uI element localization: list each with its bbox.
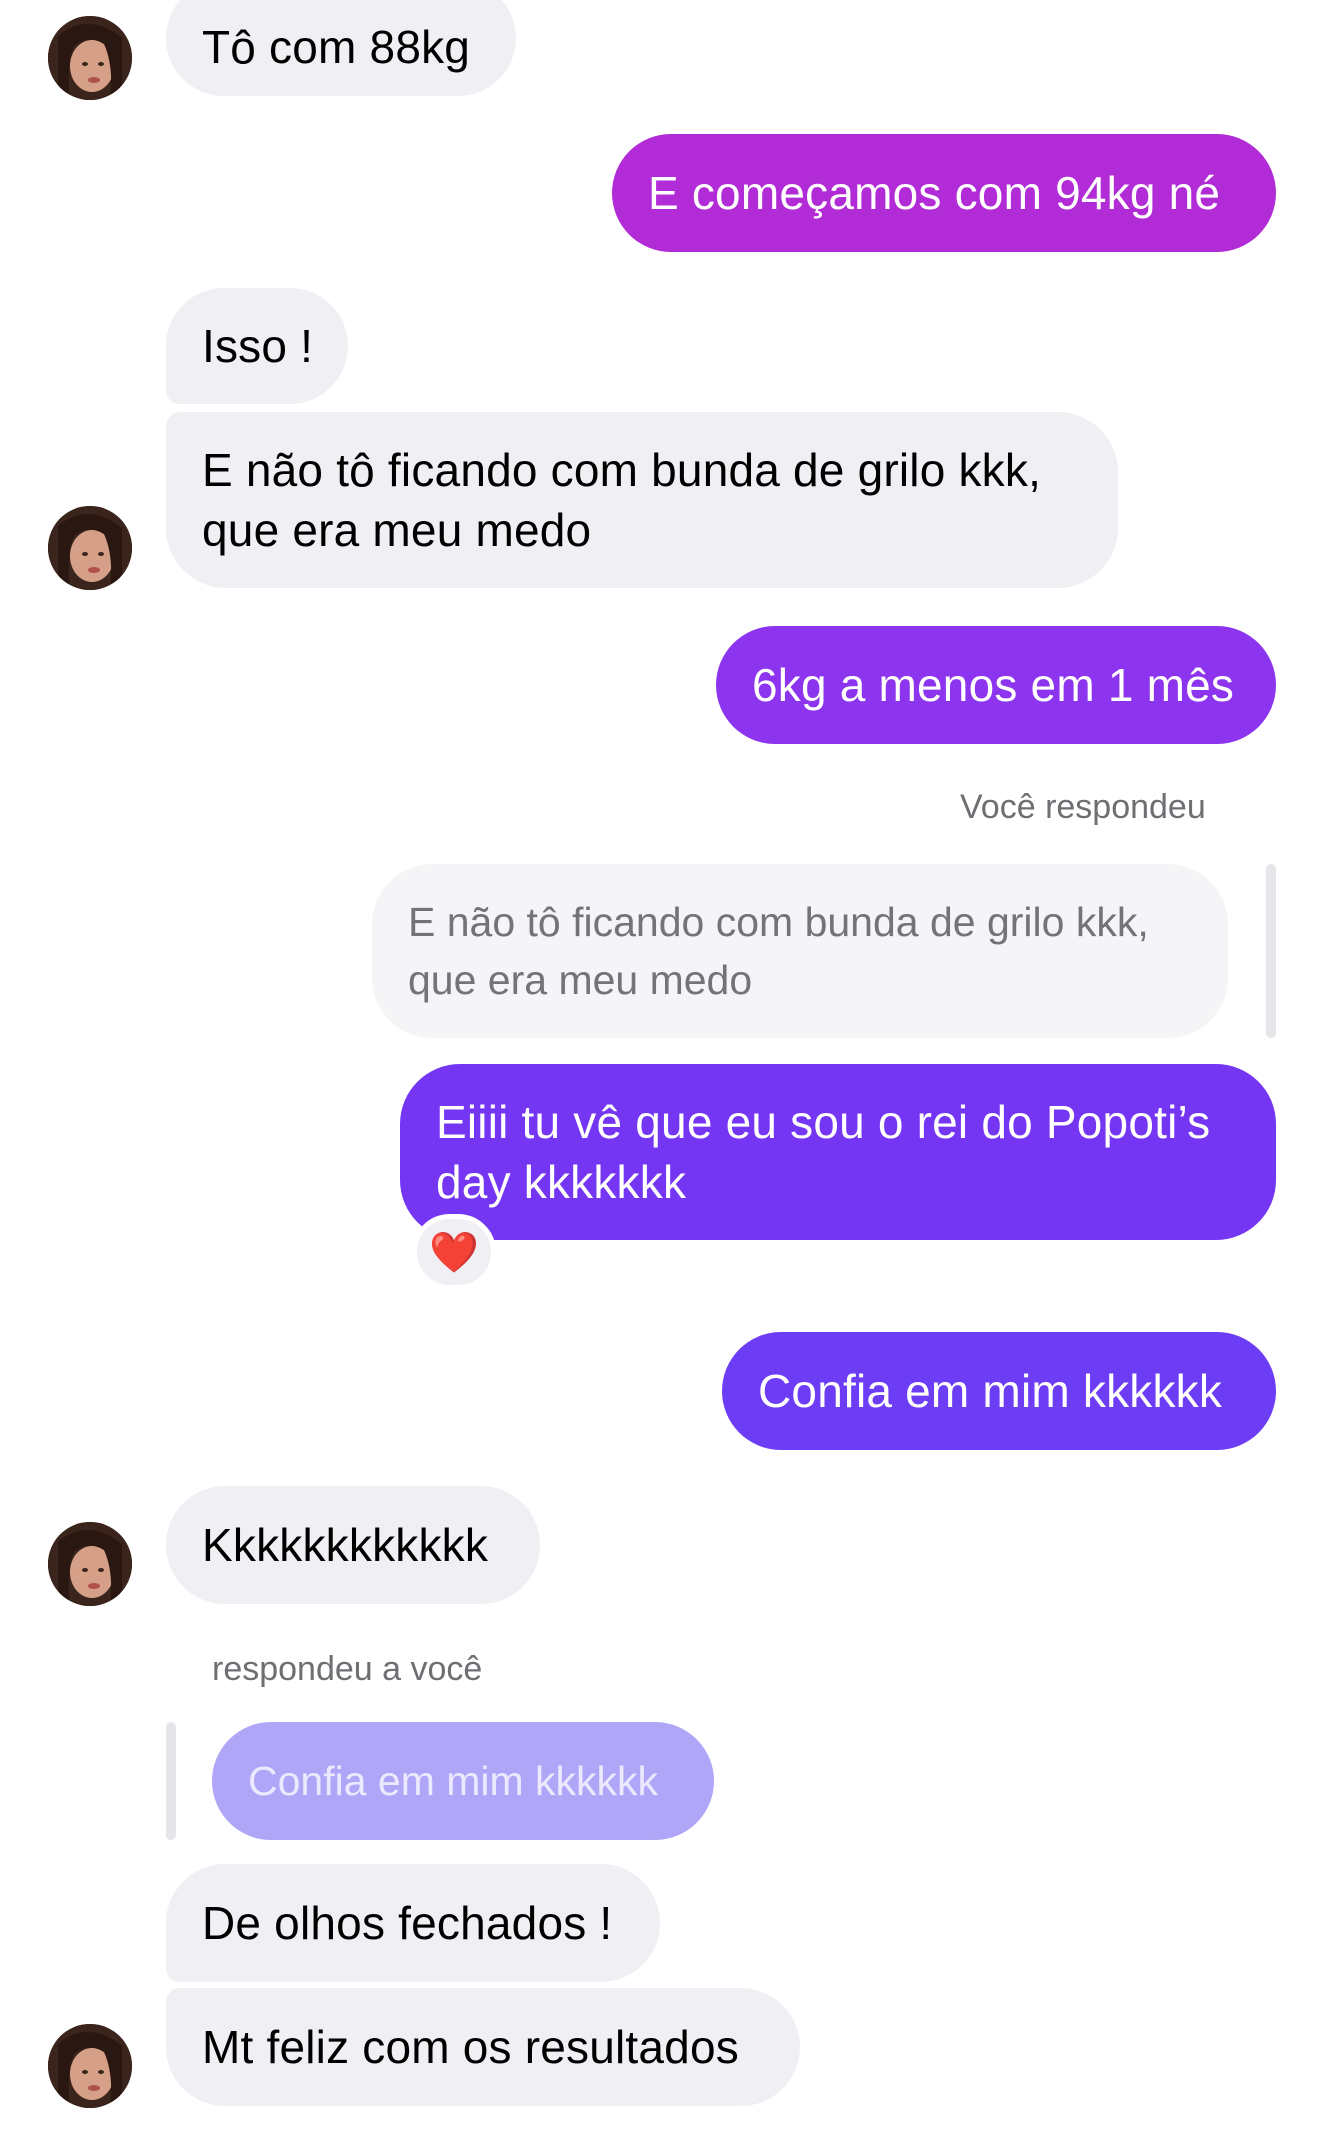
reply-context-label: Você respondeu (960, 788, 1206, 826)
reply-context-label: respondeu a você (212, 1650, 483, 1688)
message-text: E começamos com 94kg né (648, 167, 1221, 219)
message-text: Mt feliz com os resultados (202, 2021, 739, 2073)
message-text: Isso ! (202, 320, 314, 372)
message-text: Kkkkkkkkkkkk (202, 1519, 489, 1571)
quoted-text: Confia em mim kkkkkk (248, 1757, 659, 1804)
quoted-text-line: que era meu medo (408, 957, 753, 1003)
reply-indicator-bar (1266, 864, 1276, 1038)
incoming-message[interactable]: Mt feliz com os resultados (166, 1988, 800, 2106)
message-text: Tô com 88kg (202, 21, 471, 73)
message-text-line: day kkkkkkk (436, 1156, 687, 1208)
contact-avatar[interactable] (48, 506, 132, 590)
reply-indicator-bar (166, 1722, 176, 1840)
incoming-message[interactable]: De olhos fechados ! (166, 1864, 660, 1982)
quoted-message[interactable]: E não tô ficando com bunda de grilo kkk,… (372, 864, 1228, 1038)
message-text-line: Eiiii tu vê que eu sou o rei do Popoti’s (436, 1096, 1211, 1148)
message-text-line: que era meu medo (202, 504, 592, 556)
contact-avatar[interactable] (48, 2024, 132, 2108)
incoming-message[interactable]: Isso ! (166, 288, 348, 404)
contact-avatar[interactable] (48, 16, 132, 100)
message-text: De olhos fechados ! (202, 1897, 613, 1949)
incoming-message[interactable]: E não tô ficando com bunda de grilo kkk,… (166, 412, 1118, 588)
heart-icon: ❤️ (429, 1230, 479, 1275)
heart-reaction[interactable]: ❤️ (412, 1214, 496, 1290)
outgoing-message[interactable]: E começamos com 94kg né (612, 134, 1276, 252)
message-text-line: E não tô ficando com bunda de grilo kkk, (202, 444, 1042, 496)
message-text: Confia em mim kkkkkk (758, 1365, 1223, 1417)
chat-thread: Tô com 88kg E começamos com 94kg né Isso… (0, 0, 1320, 2144)
incoming-message[interactable]: Tô com 88kg (166, 0, 516, 96)
quoted-message[interactable]: Confia em mim kkkkkk (212, 1722, 714, 1840)
quoted-text-line: E não tô ficando com bunda de grilo kkk, (408, 899, 1149, 945)
outgoing-message[interactable]: Eiiii tu vê que eu sou o rei do Popoti’s… (400, 1064, 1276, 1240)
contact-avatar[interactable] (48, 1522, 132, 1606)
incoming-message[interactable]: Kkkkkkkkkkkk (166, 1486, 540, 1604)
outgoing-message[interactable]: Confia em mim kkkkkk (722, 1332, 1276, 1450)
message-text: 6kg a menos em 1 mês (752, 659, 1235, 711)
outgoing-message[interactable]: 6kg a menos em 1 mês (716, 626, 1276, 744)
